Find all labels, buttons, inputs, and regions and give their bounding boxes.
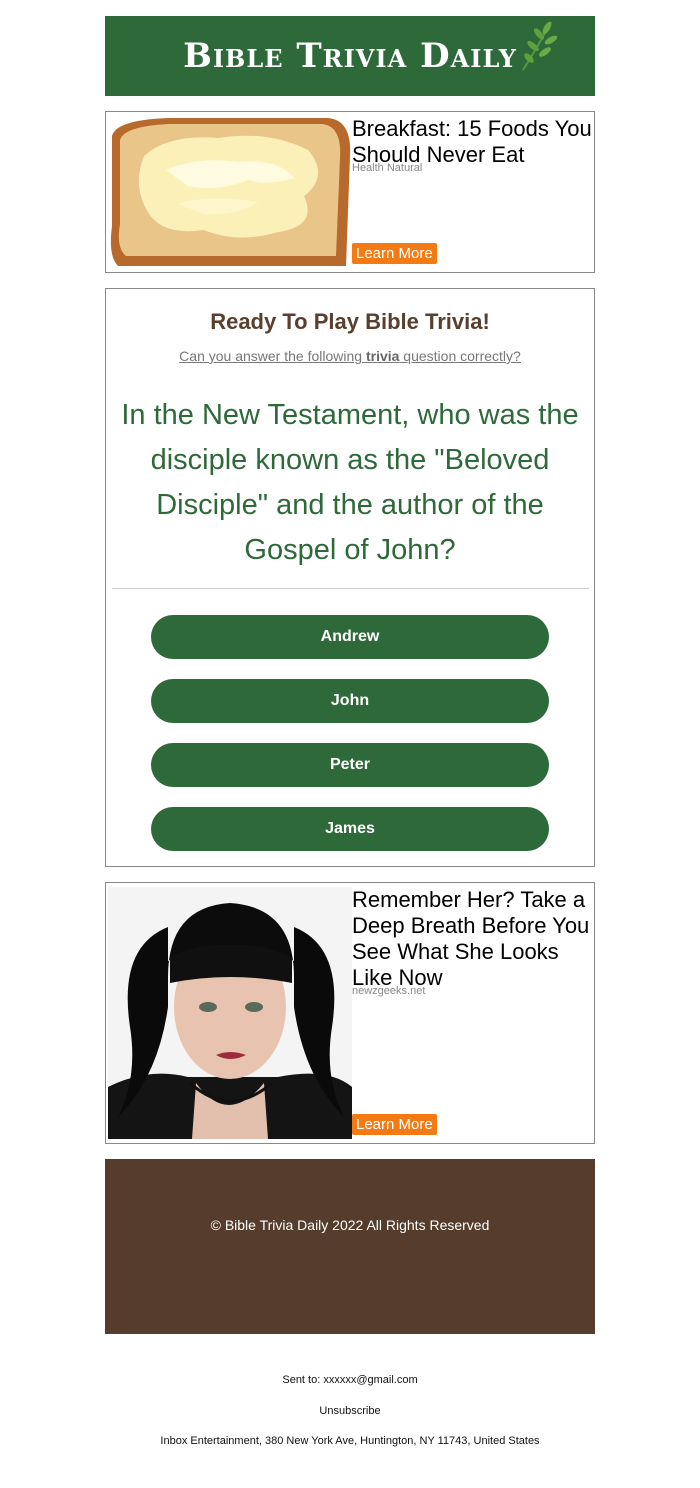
sponsored-ad-breakfast[interactable]: Breakfast: 15 Foods You Should Never Eat… [105, 111, 595, 273]
answer-button-john[interactable]: John [151, 679, 549, 723]
ad-title[interactable]: Remember Her? Take a Deep Breath Before … [352, 887, 592, 991]
answer-button-andrew[interactable]: Andrew [151, 615, 549, 659]
answer-button-peter[interactable]: Peter [151, 743, 549, 787]
trivia-question: In the New Testament, who was the discip… [121, 399, 579, 566]
copyright-text: © Bible Trivia Daily 2022 All Rights Res… [210, 1217, 490, 1233]
trivia-card: Ready To Play Bible Trivia! Can you answ… [105, 288, 595, 867]
ad-title[interactable]: Breakfast: 15 Foods You Should Never Eat [352, 116, 592, 168]
unsubscribe-link[interactable]: Unsubscribe [0, 1405, 700, 1417]
ad-source: newzgeeks.net [352, 985, 426, 997]
sent-to-text: Sent to: xxxxxx@gmail.com [282, 1374, 418, 1386]
logo-text: Bible Trivia Daily [183, 36, 517, 76]
learn-more-button[interactable]: Learn More [352, 243, 437, 264]
logo[interactable]: Bible Trivia Daily [183, 21, 558, 76]
olive-branch-icon [522, 21, 558, 71]
ad-source: Health Natural [352, 162, 423, 174]
header-banner: Bible Trivia Daily [105, 16, 595, 96]
trivia-heading: Ready To Play Bible Trivia! [210, 309, 490, 334]
divider [112, 588, 589, 589]
subheading-text-end: question correctly? [399, 348, 521, 364]
subheading-text-start: Can you answer the following [179, 348, 366, 364]
footer: © Bible Trivia Daily 2022 All Rights Res… [105, 1159, 595, 1334]
learn-more-button[interactable]: Learn More [352, 1114, 437, 1135]
trivia-subheading: Can you answer the following trivia ques… [106, 348, 594, 364]
subheading-bold: trivia [365, 348, 400, 364]
answer-button-james[interactable]: James [151, 807, 549, 851]
sponsored-ad-remember-her[interactable]: Remember Her? Take a Deep Breath Before … [105, 882, 595, 1144]
woman-portrait-photo[interactable] [108, 887, 352, 1139]
toast-with-butter-photo[interactable] [108, 116, 352, 268]
sender-address: Inbox Entertainment, 380 New York Ave, H… [160, 1435, 540, 1447]
